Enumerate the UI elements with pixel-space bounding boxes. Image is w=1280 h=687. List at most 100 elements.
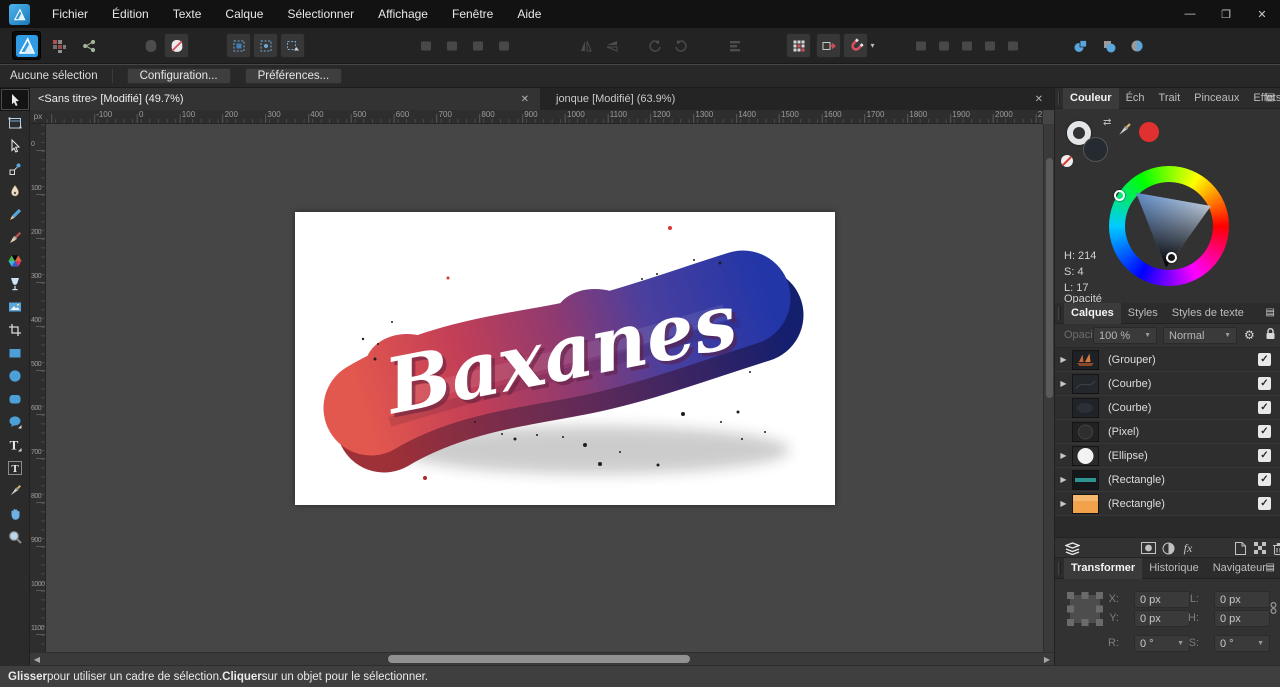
layer-thumbnail-dark-curve[interactable] [1072, 374, 1099, 394]
layer-thumbnail-teal-bar[interactable] [1072, 470, 1099, 490]
layer-expand-icon[interactable]: ▶ [1055, 475, 1072, 484]
layer-visibility-checkbox[interactable]: ✓ [1258, 497, 1271, 510]
panel-menu-icon[interactable]: ▤ [1266, 92, 1275, 103]
insert-behind-button[interactable] [908, 33, 933, 58]
export-persona-button[interactable] [76, 33, 101, 58]
transform-field-s[interactable]: 0 °▼ [1214, 635, 1270, 652]
document-tab-1[interactable]: <Sans titre> [Modifié] (49.7%)✕ [30, 88, 540, 110]
transform-field-r[interactable]: 0 °▼ [1134, 635, 1190, 652]
designer-persona-button[interactable] [12, 31, 41, 60]
canvas-pasteboard[interactable]: Baxanes Baxanes [46, 124, 1043, 652]
layer-expand-icon[interactable]: ▶ [1055, 355, 1072, 364]
preferences-button[interactable]: Préférences... [245, 68, 343, 84]
panel-grip[interactable] [1058, 562, 1061, 575]
selection-box-toggle[interactable] [226, 33, 251, 58]
new-pixel-layer-icon[interactable] [1251, 539, 1269, 557]
insert-inside-button[interactable] [954, 33, 979, 58]
flip-horizontal-button[interactable] [573, 33, 598, 58]
layer-thumbnail-dark-curve2[interactable] [1072, 398, 1099, 418]
layers-stack-icon[interactable] [1063, 539, 1081, 557]
panel-menu-icon[interactable]: ▤ [1266, 562, 1275, 573]
node-tool[interactable] [0, 134, 30, 157]
hue-handle[interactable] [1114, 190, 1125, 201]
configuration-button[interactable]: Configuration... [127, 68, 231, 84]
insert-on-top-button[interactable] [931, 33, 956, 58]
move-to-back-button[interactable] [413, 33, 438, 58]
colour-picker-tool[interactable] [0, 479, 30, 502]
rectangle-tool[interactable] [0, 341, 30, 364]
no-color-swatch[interactable] [1061, 155, 1073, 167]
zoom-tool[interactable] [0, 525, 30, 548]
transform-origin-toggle[interactable] [253, 33, 278, 58]
caret-down-icon[interactable]: ▼ [1177, 640, 1184, 647]
snapping-toggle[interactable] [843, 33, 868, 58]
layer-row[interactable]: ▶(Grouper)✓ [1055, 348, 1280, 372]
tab-ech[interactable]: Éch [1119, 88, 1152, 109]
snapping-options-caret[interactable]: ▾ [866, 33, 879, 58]
tab-trait[interactable]: Trait [1152, 88, 1188, 109]
fill-tool[interactable] [0, 249, 30, 272]
horizontal-scrollbar[interactable]: ◀ ▶ [30, 652, 1054, 665]
show-grid-toggle[interactable] [786, 33, 811, 58]
adjustment-layer-icon[interactable] [1159, 539, 1177, 557]
vector-brush-tool[interactable] [0, 226, 30, 249]
view-tool[interactable] [0, 502, 30, 525]
tab-close-icon[interactable]: ✕ [1032, 94, 1046, 105]
menu-fenetre[interactable]: Fenêtre [440, 0, 505, 28]
pen-tool[interactable] [0, 180, 30, 203]
rotate-ccw-button[interactable] [642, 33, 667, 58]
tab-close-icon[interactable]: ✕ [518, 94, 532, 105]
place-image-tool[interactable] [0, 295, 30, 318]
layer-row[interactable]: ▶(Courbe)✓ [1055, 372, 1280, 396]
tab-pinceaux[interactable]: Pinceaux [1187, 88, 1246, 109]
close-button[interactable]: ✕ [1244, 0, 1280, 28]
minimize-button[interactable]: — [1172, 0, 1208, 28]
vertical-scrollbar[interactable] [1043, 124, 1054, 652]
boolean-subtract-button[interactable] [1096, 33, 1121, 58]
ruler-unit[interactable]: px [30, 110, 46, 124]
artistic-text-tool[interactable]: T [0, 433, 30, 456]
boolean-add-button[interactable] [1068, 33, 1093, 58]
layer-expand-icon[interactable]: ▶ [1055, 451, 1072, 460]
layer-visibility-checkbox[interactable]: ✓ [1258, 377, 1271, 390]
transform-field-y[interactable]: 0 px [1134, 610, 1190, 627]
layer-thumbnail-orange-rect[interactable] [1072, 494, 1099, 514]
move-tool[interactable] [0, 88, 30, 111]
ellipse-tool[interactable] [0, 364, 30, 387]
panel-menu-icon[interactable]: ▤ [1266, 307, 1275, 318]
sl-handle[interactable] [1166, 252, 1177, 263]
artboard-tool[interactable] [0, 111, 30, 134]
menu-fichier[interactable]: Fichier [40, 0, 100, 28]
layer-visibility-checkbox[interactable]: ✓ [1258, 401, 1271, 414]
tab-historique[interactable]: Historique [1142, 558, 1206, 579]
caret-down-icon[interactable]: ▼ [1257, 640, 1264, 647]
layer-visibility-checkbox[interactable]: ✓ [1258, 449, 1271, 462]
layer-expand-icon[interactable]: ▶ [1055, 379, 1072, 388]
alignment-button[interactable] [722, 33, 747, 58]
layer-visibility-checkbox[interactable]: ✓ [1258, 353, 1271, 366]
panel-grip[interactable] [1058, 307, 1061, 320]
document-tab-2[interactable]: jonque [Modifié] (63.9%)✕ [540, 88, 1054, 110]
layer-thumbnail-white-circle[interactable] [1072, 446, 1099, 466]
layer-row[interactable]: (Pixel)✓ [1055, 420, 1280, 444]
picked-color-swatch[interactable] [1139, 122, 1159, 142]
rounded-rectangle-tool[interactable] [0, 387, 30, 410]
artboard[interactable]: Baxanes Baxanes [295, 212, 835, 505]
menu-texte[interactable]: Texte [161, 0, 214, 28]
menu-calque[interactable]: Calque [213, 0, 275, 28]
layer-row[interactable]: (Courbe)✓ [1055, 396, 1280, 420]
shape-tool[interactable] [0, 410, 30, 433]
mask-layer-icon[interactable] [1139, 539, 1157, 557]
anchor-point-selector[interactable] [1067, 592, 1103, 626]
menu-aide[interactable]: Aide [505, 0, 553, 28]
transform-field-l[interactable]: 0 px [1214, 591, 1270, 608]
transform-field-h[interactable]: 0 px [1214, 610, 1270, 627]
eyedropper-icon[interactable] [1115, 121, 1133, 139]
delete-layer-icon[interactable] [1269, 539, 1280, 557]
vector-crop-tool[interactable] [0, 318, 30, 341]
link-dimensions-icon[interactable] [1270, 601, 1277, 615]
layer-thumbnail-junk-boat[interactable] [1072, 350, 1099, 370]
layer-row[interactable]: ▶(Rectangle)✓ [1055, 492, 1280, 516]
replace-selection-button[interactable] [1000, 33, 1025, 58]
tab-styles-de-texte[interactable]: Styles de texte [1165, 303, 1251, 324]
